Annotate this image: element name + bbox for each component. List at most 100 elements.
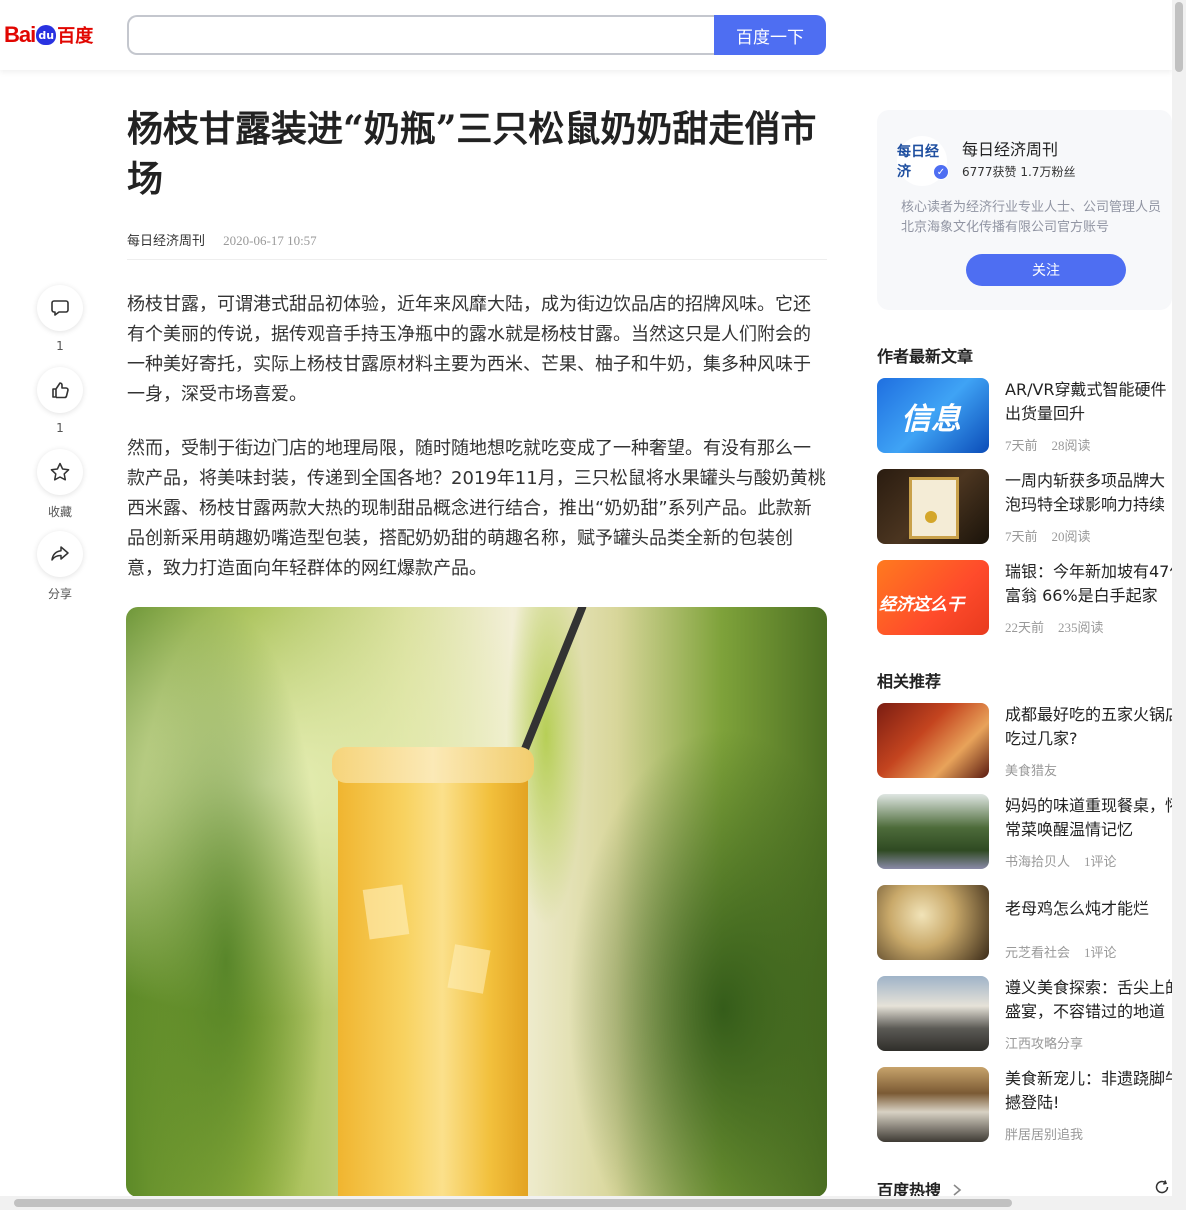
latest-article-item[interactable]: 一周内斩获多项品牌大 泡玛特全球影响力持续 7天前 20阅读 [877,469,1172,545]
like-button[interactable] [37,367,83,413]
article-image [126,607,827,1197]
like-action[interactable]: 1 [36,367,84,435]
image-ice [362,884,410,940]
title-line: 撼登陆! [1005,1093,1060,1112]
latest-article-item[interactable]: 信息 AR/VR穿戴式智能硬件 出货量回升 7天前 28阅读 [877,378,1172,454]
share-icon [51,546,69,561]
title-line: 老母鸡怎么炖才能烂 [1005,899,1150,918]
article-thumbnail[interactable]: 信息 [877,378,989,453]
title-line: 美食新宠儿：非遗跷脚牛 [1005,1069,1172,1088]
star-icon [50,462,70,481]
related-comments: 1评论 [1084,945,1117,960]
verified-icon: ✓ [933,164,949,180]
article-meta: 每日经济周刊 2020-06-17 10:57 [127,230,317,249]
share-action[interactable]: 分享 [36,531,84,602]
baidu-logo[interactable]: Bai du 百度 [4,15,93,55]
related-item[interactable]: 遵义美食探索：舌尖上的 盛宴，不容错过的地道 江西攻略分享 [877,976,1172,1052]
logo-latin: Bai [4,22,36,47]
related-item[interactable]: 老母鸡怎么炖才能烂 元芝看社会 1评论 [877,885,1172,961]
article-link-title[interactable]: AR/VR穿戴式智能硬件 出货量回升 [1005,378,1172,426]
title-line: AR/VR穿戴式智能硬件 [1005,380,1167,399]
related-thumbnail[interactable] [877,885,989,960]
article-title: 杨枝甘露装进“奶瓶”三只松鼠奶奶甜走俏市场 [127,108,817,200]
logo-cn: 百度 [57,26,94,47]
share-label: 分享 [47,587,72,601]
horizontal-scrollbar-thumb[interactable] [14,1199,1012,1207]
article-meta-info: 7天前 28阅读 [1005,435,1091,454]
author-desc-line: 北京海象文化传播有限公司官方账号 [901,220,1110,235]
article-thumbnail[interactable]: 经济这么干 [877,560,989,635]
comment-count: 1 [56,339,64,353]
related-item[interactable]: 成都最好吃的五家火锅店 吃过几家? 美食猎友 [877,703,1172,779]
author-name[interactable]: 每日经济周刊 [962,136,1058,160]
like-count: 1 [56,421,64,435]
related-thumbnail[interactable] [877,976,989,1051]
related-link-title[interactable]: 老母鸡怎么炖才能烂 [1005,897,1172,945]
title-line: 富翁 66%是白手起家 [1005,586,1158,605]
title-line: 遵义美食探索：舌尖上的 [1005,978,1172,997]
article-source[interactable]: 每日经济周刊 [127,234,205,249]
image-jar [338,757,528,1197]
comment-icon [51,300,69,316]
seal-shape [925,511,937,523]
article-thumbnail[interactable] [877,469,989,544]
related-thumbnail[interactable] [877,703,989,778]
image-foliage-left [126,607,326,1197]
title-line: 一周内斩获多项品牌大 [1005,471,1166,490]
author-card: 每日经济 ✓ 每日经济周刊 6777获赞 1.7万粉丝 核心读者为经济行业专业人… [877,110,1172,310]
related-link-title[interactable]: 成都最好吃的五家火锅店 吃过几家? [1005,703,1172,751]
favorite-button[interactable] [37,449,83,495]
related-link-title[interactable]: 美食新宠儿：非遗跷脚牛 撼登陆! [1005,1067,1172,1115]
title-line: 常菜唤醒温情记忆 [1005,820,1134,839]
latest-articles-title: 作者最新文章 [877,347,974,366]
article-meta-info: 7天前 20阅读 [1005,526,1091,545]
search-button[interactable]: 百度一下 [714,15,826,55]
thumbnail-caption: 经济这么干 [879,595,964,615]
thumbnail-caption: 信息 [901,402,961,437]
divider [127,259,827,260]
paw-icon: du [36,25,57,45]
top-header: Bai du 百度 百度一下 [0,0,1172,70]
related-author: 书海拾贝人 [1005,854,1071,869]
related-item[interactable]: 美食新宠儿：非遗跷脚牛 撼登陆! 胖居居别追我 [877,1067,1172,1143]
comment-button[interactable] [37,285,83,331]
article-paragraph-1: 杨枝甘露，可谓港式甜品初体验，近年来风靡大陆，成为街边饮品店的招牌风味。它还有个… [127,294,811,405]
article-reads: 20阅读 [1051,529,1091,544]
share-button[interactable] [37,531,83,577]
comment-action[interactable]: 1 [36,285,84,353]
related-link-title[interactable]: 遵义美食探索：舌尖上的 盛宴，不容错过的地道 [1005,976,1172,1024]
article-time: 22天前 [1005,620,1045,635]
certificate-shape [909,477,959,539]
author-description: 核心读者为经济行业专业人士、公司管理人员 北京海象文化传播有限公司官方账号 [901,198,1169,238]
related-thumbnail[interactable] [877,794,989,869]
search-input[interactable] [141,17,705,53]
related-link-title[interactable]: 妈妈的味道重现餐桌，怀 常菜唤醒温情记忆 [1005,794,1172,842]
vertical-scrollbar-thumb[interactable] [1175,2,1183,72]
related-meta: 美食猎友 [1005,760,1057,779]
related-thumbnail[interactable] [877,1067,989,1142]
image-foliage-right [567,727,827,1197]
title-line: 吃过几家? [1005,729,1078,748]
horizontal-scrollbar[interactable] [0,1196,1186,1210]
related-title: 相关推荐 [877,672,942,691]
related-item[interactable]: 妈妈的味道重现餐桌，怀 常菜唤醒温情记忆 书海拾贝人 1评论 [877,794,1172,870]
search-box [127,15,714,55]
article-link-title[interactable]: 一周内斩获多项品牌大 泡玛特全球影响力持续 [1005,469,1172,517]
latest-article-item[interactable]: 经济这么干 瑞银：今年新加坡有47位 富翁 66%是白手起家 22天前 235阅读 [877,560,1172,636]
vertical-scrollbar[interactable] [1172,0,1186,1196]
follow-button[interactable]: 关注 [966,254,1126,286]
favorite-action[interactable]: 收藏 [36,449,84,520]
related-meta: 元芝看社会 1评论 [1005,942,1117,961]
title-line: 妈妈的味道重现餐桌，怀 [1005,796,1172,815]
chevron-right-icon [953,1184,961,1196]
title-line: 盛宴，不容错过的地道 [1005,1002,1166,1021]
author-stats: 6777获赞 1.7万粉丝 [962,165,1076,179]
article-link-title[interactable]: 瑞银：今年新加坡有47位 富翁 66%是白手起家 [1005,560,1172,608]
related-author: 胖居居别追我 [1005,1127,1084,1142]
refresh-icon[interactable] [1154,1179,1170,1195]
image-ice [447,944,491,994]
image-jar-rim [332,747,534,783]
related-author: 元芝看社会 [1005,945,1071,960]
title-line: 出货量回升 [1005,404,1086,423]
article-paragraph-2: 然而，受制于街边门店的地理局限，随时随地想吃就吃变成了一种奢望。有没有那么一款产… [127,438,826,579]
